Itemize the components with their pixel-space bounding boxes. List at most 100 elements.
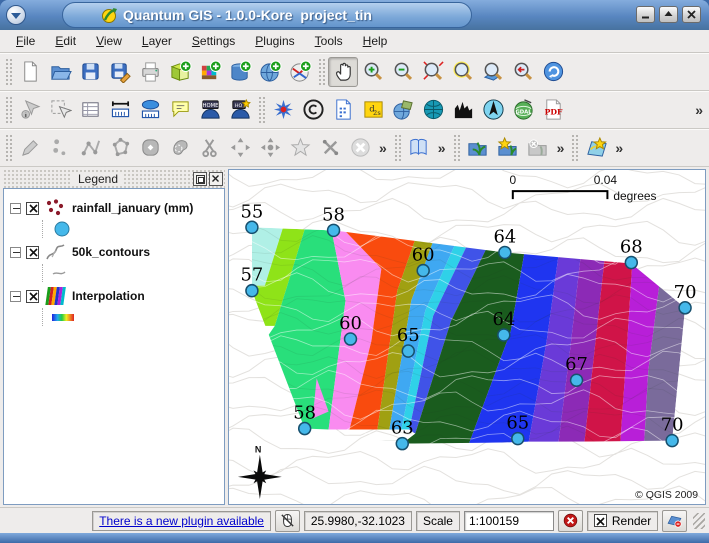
svg-text:0: 0 xyxy=(509,173,516,187)
menu-tools[interactable]: Tools xyxy=(305,31,353,51)
menu-help[interactable]: Help xyxy=(353,31,398,51)
menu-plugins[interactable]: Plugins xyxy=(245,31,304,51)
home-plugin-button[interactable]: HOME xyxy=(195,95,225,125)
help-contents-button[interactable] xyxy=(404,133,434,163)
georeferencer-plugin-button[interactable] xyxy=(388,95,418,125)
select-features-button[interactable] xyxy=(45,95,75,125)
scale-input[interactable] xyxy=(464,511,554,531)
save-project-button[interactable] xyxy=(75,57,105,87)
move-feature-icon xyxy=(139,136,162,159)
raster-histogram-plugin-button[interactable] xyxy=(448,95,478,125)
legend-layer-tree[interactable]: rainfall_january (mm) 50k_contours Int xyxy=(3,188,225,505)
zoom-to-layer-button[interactable] xyxy=(478,57,508,87)
menu-layer[interactable]: Layer xyxy=(132,31,182,51)
layer-name[interactable]: rainfall_january (mm) xyxy=(72,201,193,215)
open-attribute-table-button[interactable] xyxy=(75,95,105,125)
graticule-creator-plugin-button[interactable] xyxy=(418,95,448,125)
scale-bar-plugin-icon xyxy=(272,98,295,121)
add-vector-layer-button[interactable] xyxy=(165,57,195,87)
toolbar-drag-handle[interactable] xyxy=(318,58,325,86)
menu-view[interactable]: View xyxy=(86,31,132,51)
georeferencer-plugin-icon xyxy=(392,98,415,121)
layer-name[interactable]: 50k_contours xyxy=(72,245,150,259)
legend-close-button[interactable] xyxy=(209,172,223,186)
home-beta-plugin-button[interactable]: HO xyxy=(225,95,255,125)
toolbar-file-map xyxy=(0,53,709,91)
zoom-in-button[interactable] xyxy=(358,57,388,87)
layer-visibility-checkbox[interactable] xyxy=(26,246,39,259)
delimited-text-plugin-button[interactable] xyxy=(328,95,358,125)
measure-line-button[interactable] xyxy=(105,95,135,125)
legend-layer-1[interactable]: 50k_contours xyxy=(10,242,220,262)
dxf2shape-plugin-button[interactable]: d2s xyxy=(358,95,388,125)
new-project-button[interactable] xyxy=(15,57,45,87)
quick-print-plugin-button[interactable]: PDF xyxy=(538,95,568,125)
grass-tools-button[interactable] xyxy=(581,133,611,163)
node-tool-icon xyxy=(199,136,222,159)
menu-file[interactable]: File xyxy=(6,31,45,51)
toolbar-drag-handle[interactable] xyxy=(5,58,12,86)
layer-visibility-checkbox[interactable] xyxy=(26,290,39,303)
window-resize-grip[interactable] xyxy=(693,513,705,529)
layer-visibility-checkbox[interactable] xyxy=(26,202,39,215)
title-bar[interactable]: Quantum GIS - 1.0.0-Kore project_tin xyxy=(0,0,709,30)
refresh-map-button[interactable] xyxy=(538,57,568,87)
new-vector-layer-button[interactable] xyxy=(285,57,315,87)
toolbar-overflow-button[interactable]: » xyxy=(553,140,569,156)
close-button[interactable] xyxy=(682,6,701,23)
mouse-tracking-toggle-button[interactable] xyxy=(275,510,300,532)
maximize-button[interactable] xyxy=(659,6,678,23)
render-checkbox[interactable] xyxy=(594,514,607,527)
add-raster-layer-button[interactable] xyxy=(195,57,225,87)
print-composer-button[interactable] xyxy=(135,57,165,87)
minimize-button[interactable] xyxy=(636,6,655,23)
legend-float-button[interactable] xyxy=(193,172,207,186)
toolbar-drag-handle[interactable] xyxy=(394,134,401,162)
plugin-notification-link[interactable]: There is a new plugin available xyxy=(99,514,264,528)
window-menu-button[interactable] xyxy=(6,5,26,25)
toolbar-overflow-button[interactable]: » xyxy=(611,140,627,156)
toolbar-overflow-button[interactable]: » xyxy=(375,140,391,156)
expander-icon[interactable] xyxy=(10,291,21,302)
render-toggle[interactable]: Render xyxy=(587,511,658,531)
toolbar-drag-handle[interactable] xyxy=(5,134,12,162)
legend-layer-2[interactable]: Interpolation xyxy=(10,286,220,306)
projection-button[interactable] xyxy=(662,510,687,532)
toolbar-drag-handle[interactable] xyxy=(5,96,12,124)
grass-open-mapset-icon xyxy=(466,136,489,159)
zoom-full-extent-button[interactable] xyxy=(418,57,448,87)
add-postgis-layer-button[interactable] xyxy=(225,57,255,87)
add-wms-layer-button[interactable] xyxy=(255,57,285,87)
grass-new-mapset-button[interactable] xyxy=(493,133,523,163)
expander-icon[interactable] xyxy=(10,247,21,258)
toolbar-drag-handle[interactable] xyxy=(258,96,265,124)
copyright-label-plugin-button[interactable] xyxy=(298,95,328,125)
north-arrow-plugin-button[interactable] xyxy=(478,95,508,125)
toolbar-drag-handle[interactable] xyxy=(571,134,578,162)
toolbar-overflow-button[interactable]: » xyxy=(434,140,450,156)
zoom-to-selection-button[interactable] xyxy=(448,57,478,87)
toolbar-overflow-button[interactable]: » xyxy=(691,102,707,118)
gdal-tools-plugin-button[interactable]: GDAL xyxy=(508,95,538,125)
menu-edit[interactable]: Edit xyxy=(45,31,86,51)
map-canvas[interactable]: 555857606468706065646758636570 0 0.04 de… xyxy=(228,169,706,505)
menu-settings[interactable]: Settings xyxy=(182,31,245,51)
layer-name[interactable]: Interpolation xyxy=(72,289,145,303)
toolbar-drag-handle[interactable] xyxy=(453,134,460,162)
open-project-button[interactable] xyxy=(45,57,75,87)
save-project-as-button[interactable] xyxy=(105,57,135,87)
svg-text:58: 58 xyxy=(322,204,345,225)
stop-rendering-button[interactable] xyxy=(558,510,583,532)
zoom-last-extent-icon xyxy=(512,60,535,83)
plugin-notification[interactable]: There is a new plugin available xyxy=(92,511,271,531)
zoom-last-extent-button[interactable] xyxy=(508,57,538,87)
grass-open-mapset-button[interactable] xyxy=(463,133,493,163)
zoom-out-button[interactable] xyxy=(388,57,418,87)
legend-layer-0[interactable]: rainfall_january (mm) xyxy=(10,198,220,218)
expander-icon[interactable] xyxy=(10,203,21,214)
pan-map-button[interactable] xyxy=(328,57,358,87)
scale-bar-plugin-button[interactable] xyxy=(268,95,298,125)
measure-area-button[interactable] xyxy=(135,95,165,125)
map-tips-button[interactable] xyxy=(165,95,195,125)
node-tool-button xyxy=(195,133,225,163)
